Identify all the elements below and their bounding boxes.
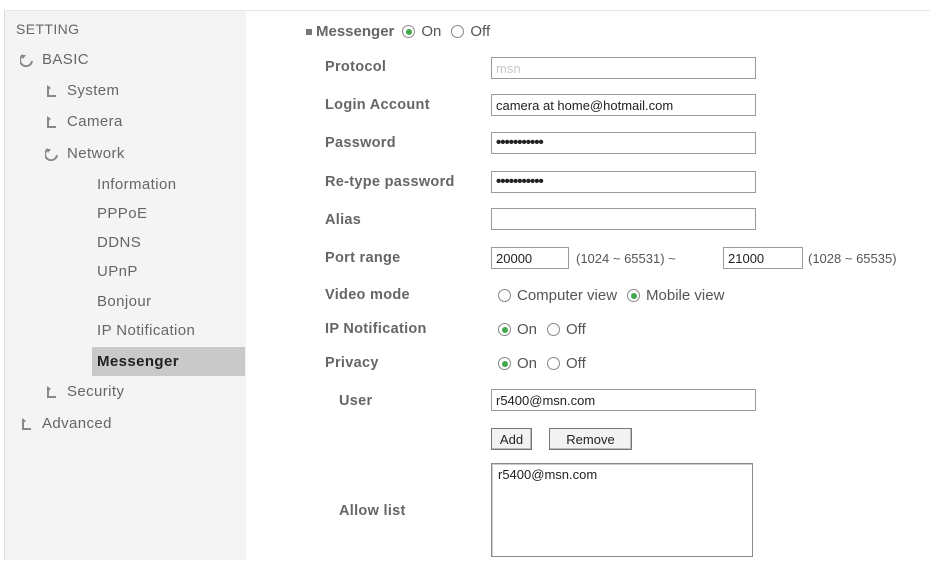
privacy-off-label: Off (566, 355, 586, 372)
collapse-arrow-icon (47, 385, 56, 398)
collapse-arrow-icon (22, 417, 31, 430)
sidebar-item-label: System (67, 82, 120, 99)
video-mode-label: Video mode (325, 287, 410, 303)
collapse-arrow-icon (47, 115, 56, 128)
sidebar-item-advanced[interactable]: Advanced (20, 415, 112, 432)
sidebar: SETTING BASIC System Camera Network Info… (5, 11, 246, 560)
mobile-view-label: Mobile view (646, 287, 725, 304)
sidebar-item-network[interactable]: Network (45, 145, 125, 162)
messenger-label: Messenger (316, 23, 395, 40)
user-input[interactable]: r5400@msn.com (491, 389, 756, 411)
messenger-on-radio[interactable] (402, 25, 416, 38)
port-to-input[interactable]: 21000 (723, 247, 803, 269)
sidebar-item-label: BASIC (42, 51, 90, 68)
sidebar-item-camera[interactable]: Camera (45, 113, 123, 130)
video-mode-options: Computer view Mobile view (498, 287, 724, 304)
sidebar-item-upnp[interactable]: UPnP (97, 263, 138, 280)
port-range-label: Port range (325, 250, 401, 266)
mobile-view-radio[interactable] (627, 289, 641, 302)
sidebar-item-ddns[interactable]: DDNS (97, 234, 141, 251)
ip-notification-on-radio[interactable] (498, 323, 511, 336)
add-button[interactable]: Add (491, 428, 532, 450)
allow-list-box[interactable]: r5400@msn.com (491, 463, 753, 557)
privacy-off-radio[interactable] (547, 357, 561, 370)
password-input[interactable]: ••••••••••• (491, 132, 756, 154)
login-account-input[interactable]: camera at home@hotmail.com (491, 94, 756, 116)
sidebar-item-pppoe[interactable]: PPPoE (97, 205, 147, 222)
messenger-on-label: On (421, 23, 442, 40)
ip-notification-options: On Off (498, 321, 586, 338)
sidebar-item-label: Advanced (42, 415, 112, 432)
login-account-label: Login Account (325, 97, 430, 113)
port-to-hint: (1028 ~ 65535) (808, 251, 897, 266)
collapse-arrow-icon (47, 84, 56, 97)
bullet-icon (306, 28, 312, 35)
sidebar-item-information[interactable]: Information (97, 176, 176, 193)
retype-password-input[interactable]: ••••••••••• (491, 171, 756, 193)
expand-arrow-icon (20, 53, 33, 67)
retype-password-label: Re-type password (325, 174, 455, 190)
sidebar-title: SETTING (16, 21, 80, 37)
messenger-off-label: Off (470, 23, 491, 40)
expand-arrow-icon (45, 147, 58, 161)
sidebar-item-system[interactable]: System (45, 82, 119, 99)
protocol-label: Protocol (325, 59, 387, 75)
privacy-options: On Off (498, 355, 586, 372)
alias-input[interactable] (491, 208, 756, 230)
ip-notification-off-label: Off (566, 321, 586, 338)
allow-list-item[interactable]: r5400@msn.com (498, 467, 746, 482)
messenger-settings-panel: Messenger On Off Protocol msn Login Acco… (246, 11, 933, 560)
port-from-input[interactable]: 20000 (491, 247, 569, 269)
port-from-hint: (1024 ~ 65531) ~ (576, 251, 676, 266)
sidebar-item-label: Network (67, 145, 125, 162)
sidebar-item-bonjour[interactable]: Bonjour (97, 293, 152, 310)
sidebar-item-label: Camera (67, 113, 123, 130)
protocol-field: msn (491, 57, 756, 79)
remove-button[interactable]: Remove (549, 428, 632, 450)
messenger-off-radio[interactable] (451, 25, 465, 38)
privacy-on-radio[interactable] (498, 357, 511, 370)
sidebar-item-ip-notification[interactable]: IP Notification (97, 322, 195, 339)
password-label: Password (325, 135, 396, 151)
messenger-toggle: Messenger On Off (306, 23, 490, 40)
sidebar-item-basic[interactable]: BASIC (20, 51, 89, 68)
sidebar-item-messenger[interactable]: Messenger (92, 347, 245, 376)
privacy-on-label: On (517, 355, 538, 372)
privacy-label: Privacy (325, 355, 379, 371)
ip-notification-off-radio[interactable] (547, 323, 561, 336)
computer-view-label: Computer view (517, 287, 618, 304)
allow-list-label: Allow list (339, 503, 406, 519)
user-label: User (339, 393, 373, 409)
ip-notification-label: IP Notification (325, 321, 427, 337)
sidebar-item-security[interactable]: Security (45, 383, 124, 400)
alias-label: Alias (325, 212, 362, 228)
ip-notification-on-label: On (517, 321, 538, 338)
computer-view-radio[interactable] (498, 289, 511, 302)
sidebar-item-label: Security (67, 383, 125, 400)
